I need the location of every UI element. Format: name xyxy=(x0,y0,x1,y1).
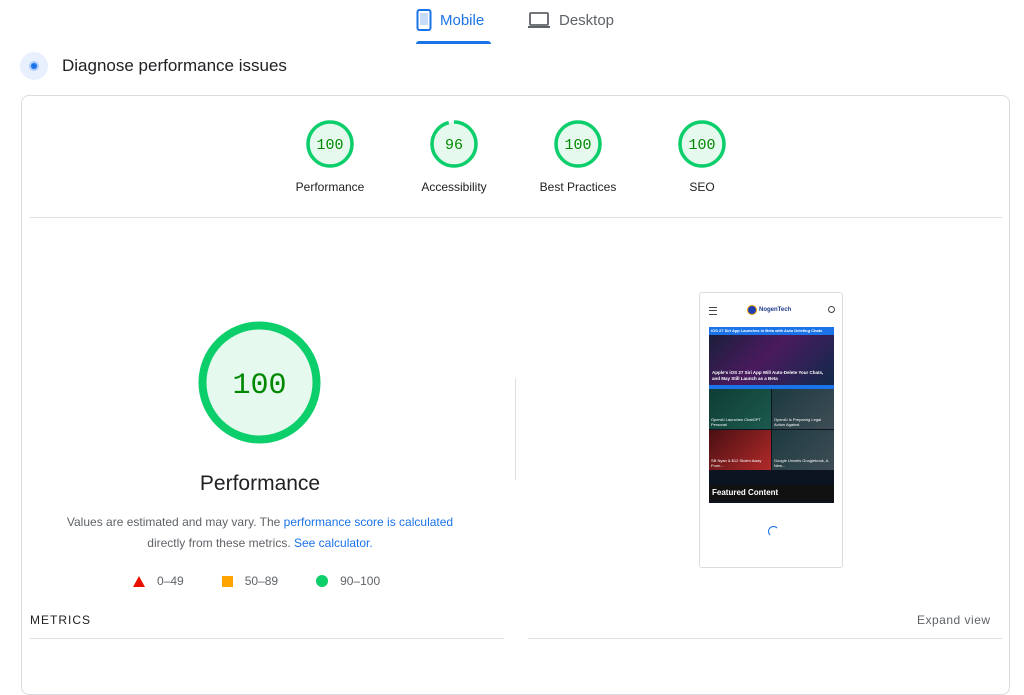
square-icon xyxy=(221,575,233,587)
logo-text: NogenTech xyxy=(759,307,792,313)
legend-range: 0–49 xyxy=(157,574,184,588)
article-card: SB Nyan & $12 Stolen Away From... xyxy=(709,430,771,470)
gauge-score: 96 xyxy=(445,137,463,154)
description-text-2: directly from these metrics. xyxy=(147,536,291,550)
search-icon xyxy=(828,306,835,313)
gauge-best-practices[interactable]: 100 Best Practices xyxy=(523,120,633,194)
logo-mark-icon xyxy=(747,305,757,315)
gauge-score: 100 xyxy=(564,137,591,154)
metrics-heading: METRICS xyxy=(30,613,91,627)
laptop-icon xyxy=(528,12,550,28)
tab-mobile[interactable]: Mobile xyxy=(416,8,484,32)
expand-view-button[interactable]: Expand view xyxy=(917,613,991,627)
gauge-label: SEO xyxy=(689,180,715,194)
article-card: OpenAI Launches ChatGPT Personal xyxy=(709,389,771,429)
hamburger-menu-icon xyxy=(709,307,717,315)
gauge-seo[interactable]: 100 SEO xyxy=(647,120,757,194)
screenshot-header: NogenTech xyxy=(700,303,842,319)
category-gauges: 100 Performance 96 Accessibility 100 Bes… xyxy=(0,120,1024,200)
site-logo: NogenTech xyxy=(747,303,797,317)
article-title: OpenAI Launches ChatGPT Personal xyxy=(711,417,761,427)
tab-desktop[interactable]: Desktop xyxy=(527,8,614,32)
divider xyxy=(30,638,504,639)
tab-desktop-label: Desktop xyxy=(559,11,615,29)
see-calculator-link[interactable]: See calculator. xyxy=(294,536,373,550)
vertical-separator xyxy=(515,378,516,480)
screenshot-banner: iOS 27 Siri App Launches in Beta with Au… xyxy=(709,327,834,335)
gauge-label: Accessibility xyxy=(421,180,487,194)
gauge-performance[interactable]: 100 Performance xyxy=(275,120,385,194)
featured-content-heading: Featured Content xyxy=(709,485,834,501)
gauge-label: Best Practices xyxy=(539,180,617,194)
divider xyxy=(528,638,1002,639)
section-title: Diagnose performance issues xyxy=(62,56,287,75)
score-description: Values are estimated and may vary. The p… xyxy=(40,512,480,554)
screenshot-hero: Apple's iOS 27 Siri App Will Auto-Delete… xyxy=(709,335,834,385)
description-text: Values are estimated and may vary. The xyxy=(66,515,284,529)
score-calculated-link[interactable]: performance score is calculated xyxy=(284,515,453,529)
loading-spinner-icon xyxy=(768,526,779,537)
smartphone-icon xyxy=(416,9,432,31)
circle-icon xyxy=(316,575,329,587)
gauge-score: 100 xyxy=(316,137,343,154)
article-title: SB Nyan & $12 Stolen Away From... xyxy=(711,458,762,468)
legend-item-fail: 0–49 xyxy=(133,574,184,588)
score-ring: 100 xyxy=(306,120,354,168)
gauge-score: 100 xyxy=(688,137,715,154)
performance-score: 100 xyxy=(232,369,286,403)
legend-item-pass: 90–100 xyxy=(316,574,380,588)
gauge-label: Performance xyxy=(295,180,365,194)
performance-title: Performance xyxy=(199,472,321,495)
device-tabs: Mobile Desktop xyxy=(0,0,1024,46)
article-grid: OpenAI Launches ChatGPT Personal OpenAI … xyxy=(709,389,834,470)
score-ring: 96 xyxy=(430,120,478,168)
article-card: Google Unveils Googlebook, A New... xyxy=(772,430,834,470)
score-legend: 0–49 50–89 90–100 xyxy=(133,572,418,590)
performance-gauge-large: 100 xyxy=(198,321,321,444)
score-ring: 100 xyxy=(678,120,726,168)
gauge-accessibility[interactable]: 96 Accessibility xyxy=(399,120,509,194)
page-screenshot[interactable]: NogenTech iOS 27 Siri App Launches in Be… xyxy=(699,292,843,568)
tab-active-indicator xyxy=(416,41,491,44)
diagnose-icon xyxy=(20,52,48,80)
legend-item-average: 50–89 xyxy=(221,574,279,588)
article-title: OpenAI Is Preparing Legal Action Against xyxy=(774,417,822,427)
hero-headline: Apple's iOS 27 Siri App Will Auto-Delete… xyxy=(712,370,824,381)
screenshot-content: iOS 27 Siri App Launches in Beta with Au… xyxy=(709,327,834,503)
legend-range: 50–89 xyxy=(244,574,279,588)
section-header: Diagnose performance issues xyxy=(20,52,287,80)
article-title: Google Unveils Googlebook, A New... xyxy=(774,458,829,468)
triangle-icon xyxy=(133,575,145,587)
legend-range: 90–100 xyxy=(340,574,381,588)
article-card: OpenAI Is Preparing Legal Action Against xyxy=(772,389,834,429)
divider xyxy=(30,217,1002,218)
tab-mobile-label: Mobile xyxy=(440,11,485,29)
score-ring: 100 xyxy=(554,120,602,168)
